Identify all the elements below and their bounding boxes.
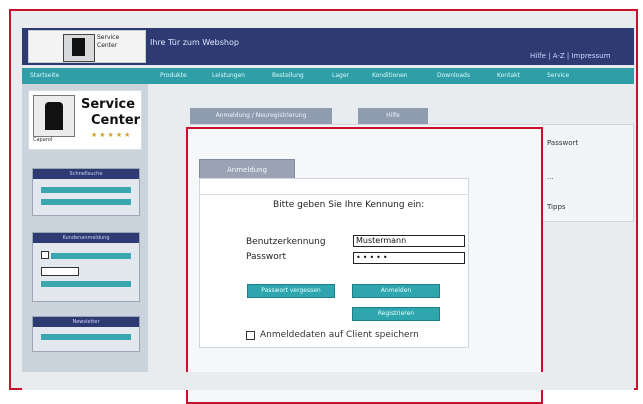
nav-item-2[interactable]: Leistungen: [212, 72, 245, 80]
logo-center-text: Center: [91, 113, 141, 128]
nav-item-1[interactable]: Produkte: [160, 72, 187, 80]
remember-checkbox[interactable]: [246, 331, 255, 340]
sidebar-password-field[interactable]: [41, 267, 79, 276]
nav-item-3[interactable]: Bestellung: [272, 72, 304, 80]
logo-service-text: Service: [81, 97, 136, 112]
sidebar-box-title: Schnellsuche: [33, 169, 139, 179]
nav-item-7[interactable]: Kontakt: [497, 72, 520, 80]
forgot-password-button[interactable]: Passwort vergessen: [247, 284, 335, 298]
search-field[interactable]: [41, 187, 131, 193]
bg-text-3: Tipps: [547, 203, 566, 211]
main-nav: Startseite Produkte Leistungen Bestellun…: [22, 68, 634, 84]
register-button[interactable]: Registrieren: [352, 307, 440, 321]
logo-small-line1: Service: [97, 34, 120, 41]
newsletter-button[interactable]: [41, 334, 131, 340]
password-input[interactable]: •••••: [353, 252, 465, 264]
remember-label: Anmeldedaten auf Client speichern: [260, 330, 419, 340]
header-title: Ihre Tür zum Webshop: [150, 38, 239, 47]
nav-home[interactable]: Startseite: [30, 72, 59, 80]
login-button[interactable]: Anmelden: [352, 284, 440, 298]
nav-item-5[interactable]: Konditionen: [372, 72, 408, 80]
username-label: Benutzerkennung: [246, 237, 326, 247]
bg-text-2: ...: [547, 173, 554, 181]
password-label: Passwort: [246, 252, 287, 262]
sidebar-box-title: Kundenanmeldung: [33, 233, 139, 243]
username-input[interactable]: Mustermann: [353, 235, 465, 247]
caparol-mark-icon: [63, 34, 95, 62]
brand-name: Caparol: [33, 137, 53, 143]
search-button[interactable]: [41, 199, 131, 205]
nav-item-6[interactable]: Downloads: [437, 72, 470, 80]
nav-item-8[interactable]: Service: [547, 72, 569, 80]
header-logo[interactable]: Service Center: [28, 30, 146, 63]
dialog-tab[interactable]: Anmeldung: [199, 159, 295, 179]
logo-small-line2: Center: [97, 42, 118, 49]
sidebar-login-field[interactable]: [51, 253, 131, 259]
sidebar-box-search: Schnellsuche: [32, 168, 140, 216]
bg-text-1: Passwort: [547, 139, 579, 147]
login-prompt: Bitte geben Sie Ihre Kennung ein:: [273, 200, 425, 210]
rating-stars: ★★★★★: [91, 131, 133, 139]
footer-area: [22, 372, 634, 390]
sidebar-box-title: Newsletter: [33, 317, 139, 327]
sidebar-login-checkbox[interactable]: [41, 251, 49, 259]
service-center-logo: Caparol Service Center ★★★★★: [28, 90, 142, 150]
header-links[interactable]: Hilfe | A-Z | Impressum: [530, 52, 610, 60]
sidebar-box-login: Kundenanmeldung: [32, 232, 140, 302]
nav-item-4[interactable]: Lager: [332, 72, 349, 80]
sidebar-login-button[interactable]: [41, 281, 131, 287]
panel-divider: [199, 194, 469, 195]
caparol-emblem-icon: [33, 95, 75, 137]
tab-login-register[interactable]: Anmeldung / Neuregistrierung: [190, 108, 332, 124]
tab-help[interactable]: Hilfe: [358, 108, 428, 124]
sidebar-box-newsletter: Newsletter: [32, 316, 140, 352]
